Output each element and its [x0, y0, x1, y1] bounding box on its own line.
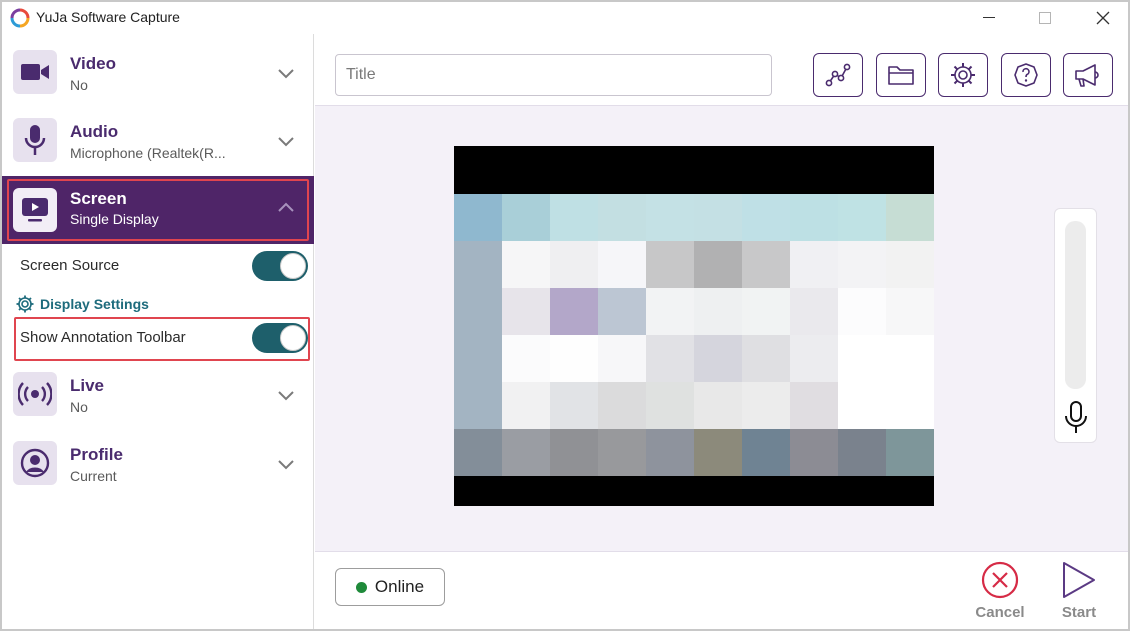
audio-level-meter — [1054, 208, 1097, 443]
help-button[interactable] — [1001, 53, 1051, 97]
app-window: YuJa Software Capture Video No Audio Mic… — [0, 0, 1130, 631]
title-input[interactable] — [335, 54, 772, 96]
minimize-button[interactable] — [966, 2, 1012, 34]
top-toolbar — [315, 34, 1128, 106]
chevron-down-icon — [278, 391, 294, 401]
connection-status: Online — [335, 568, 445, 606]
microphone-icon — [1065, 401, 1087, 433]
sidebar-section-live[interactable]: Live No — [2, 360, 314, 428]
section-title: Live — [70, 376, 105, 395]
section-title: Video — [70, 54, 116, 73]
play-icon — [1063, 562, 1095, 598]
section-title: Profile — [70, 445, 123, 464]
chevron-down-icon — [278, 69, 294, 79]
minimize-icon — [983, 17, 995, 18]
screen-source-label: Screen Source — [20, 257, 120, 274]
broadcast-icon — [13, 372, 57, 416]
yuja-logo-icon — [10, 8, 30, 28]
chevron-down-icon — [278, 137, 294, 147]
title-bar: YuJa Software Capture — [2, 2, 1128, 34]
announcement-button[interactable] — [1063, 53, 1113, 97]
maximize-button[interactable] — [1022, 2, 1068, 34]
section-title: Audio — [70, 122, 119, 141]
sidebar-section-audio[interactable]: Audio Microphone (Realtek(R... — [2, 106, 314, 174]
main-area: Online Cancel Start — [315, 34, 1128, 629]
chevron-down-icon — [278, 460, 294, 470]
cancel-button[interactable]: Cancel — [965, 560, 1035, 624]
display-settings-label: Display Settings — [40, 296, 149, 312]
section-subtitle: Current — [70, 468, 117, 484]
annotation-highlight-frame — [14, 317, 310, 361]
section-subtitle: Microphone (Realtek(R... — [70, 145, 226, 161]
analytics-icon — [825, 63, 851, 87]
help-icon — [1014, 63, 1038, 87]
microphone-icon — [13, 118, 57, 162]
display-settings-link[interactable]: Display Settings — [16, 293, 149, 315]
screen-preview — [454, 146, 934, 506]
status-text: Online — [374, 577, 425, 596]
settings-button[interactable] — [938, 53, 988, 97]
cancel-label: Cancel — [975, 604, 1025, 621]
section-subtitle: No — [70, 399, 88, 415]
video-camera-icon — [13, 50, 57, 94]
folder-button[interactable] — [876, 53, 926, 97]
section-subtitle: No — [70, 77, 88, 93]
close-icon — [1096, 11, 1110, 25]
close-window-button[interactable] — [1080, 2, 1126, 34]
screen-source-toggle[interactable] — [252, 251, 308, 281]
cancel-icon — [981, 561, 1019, 599]
folder-icon — [888, 66, 914, 85]
megaphone-icon — [1075, 64, 1099, 87]
toggle-knob — [280, 253, 306, 279]
analytics-button[interactable] — [813, 53, 863, 97]
gear-icon — [16, 295, 34, 313]
maximize-icon — [1039, 12, 1051, 24]
window-title: YuJa Software Capture — [36, 9, 180, 25]
status-dot-icon — [355, 581, 367, 593]
sidebar-section-profile[interactable]: Profile Current — [2, 429, 314, 497]
screen-source-row: Screen Source — [2, 248, 314, 284]
start-label: Start — [1061, 604, 1097, 621]
bottom-bar: Online Cancel Start — [315, 551, 1128, 629]
sidebar-section-video[interactable]: Video No — [2, 38, 314, 106]
blurred-screen-content — [454, 194, 934, 476]
screen-highlight-frame — [7, 179, 309, 241]
profile-icon — [13, 441, 57, 485]
settings-icon — [951, 63, 975, 87]
sidebar: Video No Audio Microphone (Realtek(R... … — [2, 34, 314, 629]
audio-level-track — [1065, 221, 1086, 389]
start-button[interactable]: Start — [1044, 560, 1114, 624]
